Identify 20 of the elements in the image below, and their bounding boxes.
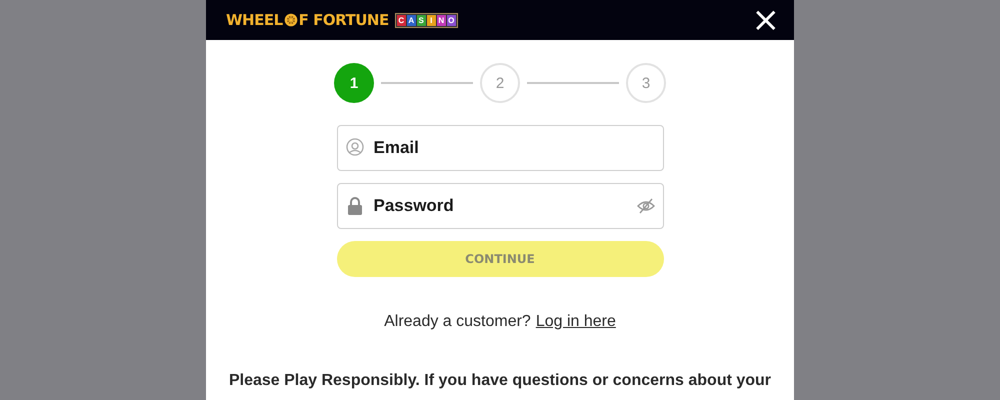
step-indicator: 2: [480, 63, 520, 103]
badge-letter: O: [446, 14, 456, 26]
badge-letter: C: [396, 14, 406, 26]
disclaimer-text: Please Play Responsibly. If you have questions or concerns about your: [228, 371, 772, 391]
eye-slash-icon[interactable]: [636, 196, 656, 216]
wheel-icon: [284, 13, 298, 27]
badge-letter: S: [416, 14, 426, 26]
user-icon: [344, 138, 364, 158]
password-field[interactable]: Password: [336, 183, 664, 229]
step-indicator: 3: [626, 63, 666, 103]
logo-text: F FORTUNE: [298, 11, 389, 29]
badge-letter: I: [426, 14, 436, 26]
close-button[interactable]: ×: [752, 5, 780, 35]
step-indicator: 1: [334, 63, 374, 103]
prompt-text: Already a customer?: [384, 312, 531, 332]
login-link[interactable]: Log in here: [536, 312, 616, 332]
email-field[interactable]: Email: [336, 125, 664, 171]
badge-letter: N: [436, 14, 446, 26]
badge-letter: A: [406, 14, 416, 26]
logo-text: WHEEL: [226, 11, 283, 29]
